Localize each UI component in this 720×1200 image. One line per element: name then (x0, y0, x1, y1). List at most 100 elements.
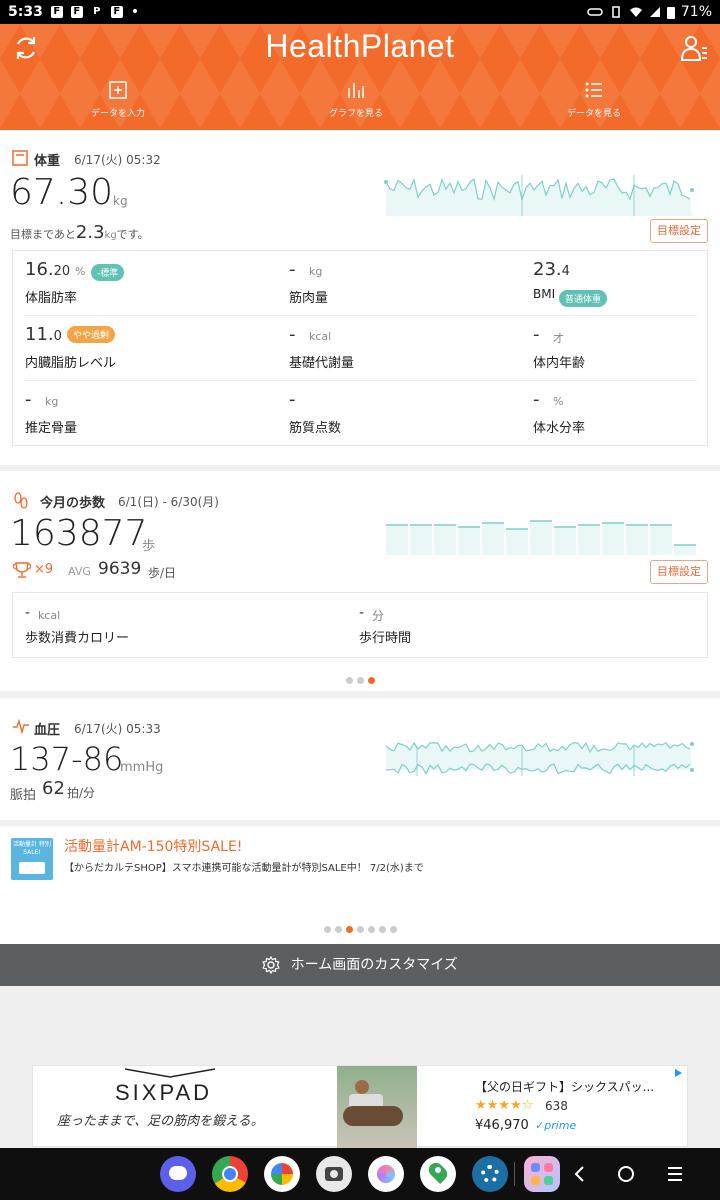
ad-brand: SIXPAD (115, 1080, 213, 1105)
walk-time-unit: 分 (372, 609, 385, 623)
metric-body-age[interactable]: - 才 体内年齢 (521, 316, 720, 378)
page-dot[interactable] (356, 926, 364, 933)
page-dot[interactable] (378, 926, 386, 933)
metric-body-water[interactable]: - % 体水分率 (521, 381, 720, 443)
tab-view-graph[interactable]: グラフを見る (296, 80, 416, 119)
body-metrics-grid: 16.20 % -標準 体脂肪率 - kg 筋肉量 23.4 BMI 普通体重 … (12, 250, 708, 446)
gear-icon (262, 955, 280, 975)
ad-banner[interactable]: SIXPAD 座ったままで、足の筋肉を鍛える。 【父の日ギフト】シックスパッ..… (32, 1065, 688, 1148)
promo-title[interactable]: 活動量計AM-150特別SALE! (64, 836, 242, 856)
metric-basal-metabolism[interactable]: - kcal 基礎代謝量 (277, 316, 509, 378)
back-icon[interactable] (572, 1164, 588, 1184)
ad-photo-person (355, 1080, 369, 1094)
steps-bar-chart[interactable] (384, 511, 696, 555)
home-icon[interactable] (616, 1164, 636, 1184)
facebook-notification-icon: F (50, 6, 63, 18)
promo-thumbnail: 活動量計 特別SALE! (11, 838, 53, 880)
metric-value-decimal: 0 (53, 329, 62, 344)
system-nav-bar (0, 1148, 720, 1200)
recents-icon[interactable] (666, 1164, 684, 1184)
promo-page-indicator[interactable] (0, 918, 720, 937)
bp-date: 6/17(火) 05:33 (74, 722, 161, 736)
bp-sparkline[interactable] (384, 736, 696, 786)
steps-value: 163877 (10, 513, 148, 554)
metric-value: - (25, 389, 32, 410)
page-dot[interactable] (389, 926, 397, 933)
status-bar: 5:33 F F P F • 71% (0, 0, 720, 24)
metric-value: 11.0 (25, 324, 62, 345)
step-bar (674, 545, 696, 555)
user-settings-icon[interactable] (680, 34, 708, 62)
metric-label: 推定骨量 (25, 421, 78, 436)
photos-icon[interactable] (264, 1156, 300, 1192)
battery-percent: 71% (680, 4, 712, 20)
sixpad-logo-mark (125, 1068, 215, 1078)
weight-value: 67.30 (10, 172, 114, 213)
steps-page-indicator[interactable] (0, 669, 720, 688)
metric-bone-mass[interactable]: - kg 推定骨量 (13, 381, 245, 443)
adchoices-icon[interactable] (673, 1068, 683, 1078)
status-badge: -標準 (91, 264, 125, 281)
step-bar (386, 525, 408, 555)
tab-enter-data[interactable]: データを入力 (58, 80, 178, 119)
page-dot[interactable] (367, 926, 375, 933)
footprints-icon (14, 492, 28, 509)
messages-app-icon[interactable] (160, 1156, 196, 1192)
metric-value: - (289, 259, 296, 280)
signal-icon (649, 7, 660, 17)
weight-card[interactable]: 体重 6/17(火) 05:32 67.30 kg 目標まであと2.3kgです。… (0, 130, 720, 465)
page-dot[interactable] (323, 926, 331, 933)
bp-unit: mmHg (120, 760, 164, 775)
step-bar (458, 527, 480, 555)
steps-card[interactable]: 今月の歩数 6/1(日) - 6/30(月) 163877 歩 ×9 AVG 9… (0, 471, 720, 691)
steps-goal-button[interactable]: 目標設定 (650, 560, 708, 584)
promo-body: 【からだカルテSHOP】スマホ連携可能な活動量計が特別SALE中！ 7/2(水)… (64, 863, 424, 874)
metric-unit: kcal (309, 330, 332, 343)
metric-value: - (533, 389, 540, 410)
metric-visceral-fat[interactable]: 11.0 やや過剰 内臓脂肪レベル (13, 316, 245, 378)
metric-value-decimal: 20 (53, 264, 71, 279)
app-drawer-icon[interactable] (524, 1156, 560, 1192)
avg-value: 9639 (98, 559, 142, 579)
metric-bmi[interactable]: 23.4 BMI 普通体重 (521, 251, 720, 313)
pulse-label: 脈拍 (10, 788, 37, 803)
page-dot[interactable] (356, 677, 364, 684)
page-dot[interactable] (345, 677, 353, 684)
list-icon (585, 82, 602, 98)
goal-value: 2.3 (75, 222, 105, 243)
weight-goal-button[interactable]: 目標設定 (650, 219, 708, 243)
goal-remaining: 目標まであと2.3kgです。 (10, 222, 149, 243)
blood-pressure-card[interactable]: 血圧 6/17(火) 05:33 137-86 mmHg 脈拍 62 拍/分 (0, 698, 720, 820)
vibrate-icon (612, 6, 620, 18)
step-bar (410, 525, 432, 555)
maps-icon[interactable] (420, 1156, 456, 1192)
bp-title: 血圧 (34, 723, 61, 738)
flower-app-icon[interactable] (368, 1156, 404, 1192)
heartbeat-icon (13, 718, 29, 734)
settings-app-icon[interactable] (472, 1156, 508, 1192)
step-bar (506, 529, 528, 555)
metric-body-fat[interactable]: 16.20 % -標準 体脂肪率 (13, 251, 245, 313)
metric-muscle-mass[interactable]: - kg 筋肉量 (277, 251, 509, 313)
weight-sparkline[interactable] (384, 170, 696, 216)
page-dot-active[interactable] (345, 926, 353, 933)
page-dot[interactable] (334, 926, 342, 933)
goal-unit: kg (104, 230, 117, 241)
page-dot-active[interactable] (367, 677, 375, 684)
step-bar (434, 525, 456, 555)
metric-label: 体水分率 (533, 421, 586, 436)
chrome-icon[interactable] (212, 1156, 248, 1192)
steps-unit: 歩 (142, 539, 156, 554)
metric-label: 内臓脂肪レベル (25, 356, 117, 371)
metric-muscle-quality[interactable]: - 筋質点数 (277, 381, 509, 443)
metric-value-int: 16. (25, 259, 54, 280)
ad-prime-badge: ✓prime (535, 1119, 577, 1132)
step-bar (554, 527, 576, 555)
promo-card[interactable]: 活動量計 特別SALE! 活動量計AM-150特別SALE! 【からだカルテSH… (0, 826, 720, 944)
app-logo: HealthPlanet (265, 28, 455, 64)
metric-value: - (289, 389, 296, 410)
tab-view-data[interactable]: データを見る (534, 80, 654, 119)
metric-label: BMI (533, 287, 556, 301)
camera-icon[interactable] (316, 1156, 352, 1192)
customize-home-button[interactable]: ホーム画面のカスタマイズ (0, 944, 720, 986)
